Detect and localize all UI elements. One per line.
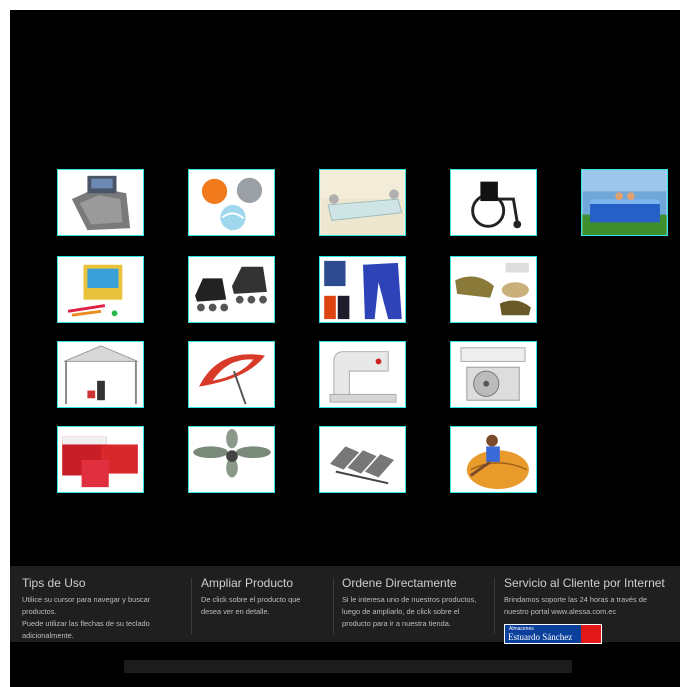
help-footer: Tips de Uso Utilice su cursor para naveg… [10,566,680,644]
balls-icon [189,170,274,235]
product-tile-glass-shelf[interactable] [319,169,406,236]
product-tile-umbrella[interactable] [188,341,275,408]
product-tile-sneakers[interactable] [450,256,537,323]
ceiling-fan-icon [189,427,274,492]
product-tile-ceiling-fan[interactable] [188,426,275,493]
servicio-section: Servicio al Cliente por Internet Brindam… [504,576,674,644]
reflection-bean-bag [450,502,537,524]
gallery-stage: Tips de Uso Utilice su cursor para naveg… [10,10,680,687]
bean-bag-icon [451,427,536,492]
ordene-section: Ordene Directamente Si le interesa uno d… [342,576,492,636]
product-tile-wheelchair[interactable] [450,169,537,236]
tips-section: Tips de Uso Utilice su cursor para naveg… [22,576,182,640]
product-tile-pool[interactable] [581,169,668,236]
ampliar-text: De click sobre el producto que desea ver… [201,595,301,616]
beach-umbrella-icon [189,342,274,407]
product-tile-sportswear[interactable] [319,256,406,323]
reflection-ceiling-fan [188,502,275,524]
ordene-text: Si le interesa uno de nuestros productos… [342,595,477,628]
bath-mat-set-icon [58,170,143,235]
servicio-title: Servicio al Cliente por Internet [504,576,665,590]
sewing-machine-icon [320,342,405,407]
product-tile-skates[interactable] [188,256,275,323]
glass-shelf-icon [320,170,405,235]
logo-mark-icon [581,625,601,643]
sneakers-icon [451,257,536,322]
ampliar-title: Ampliar Producto [201,576,294,590]
product-tile-chairs[interactable] [319,426,406,493]
logo-brand-text: Estuardo Sánchez [508,632,573,642]
swimming-pool-icon [582,170,667,235]
divider [191,578,192,634]
product-tile-air-conditioner[interactable] [450,341,537,408]
horizontal-scrollbar[interactable] [124,660,572,673]
divider [494,578,495,634]
air-conditioner-icon [451,342,536,407]
ampliar-section: Ampliar Producto De click sobre el produ… [201,576,331,636]
tips-title: Tips de Uso [22,576,86,590]
reflection-coolers [57,502,144,524]
product-tile-tent[interactable] [57,341,144,408]
toy-box-icon [58,257,143,322]
wheelchair-icon [451,170,536,235]
servicio-text: Brindamos soporte las 24 horas a través … [504,595,647,616]
product-tile-sewing-machine[interactable] [319,341,406,408]
ordene-title: Ordene Directamente [342,576,457,590]
coolers-icon [58,427,143,492]
product-tile-balls[interactable] [188,169,275,236]
reflection-chairs [319,502,406,524]
product-tile-bean-bag[interactable] [450,426,537,493]
waiting-chairs-icon [320,427,405,492]
inline-skates-icon [189,257,274,322]
divider [333,578,334,634]
product-tile-coolers[interactable] [57,426,144,493]
tips-text: Utilice su cursor para navegar y buscar … [22,595,151,640]
product-tile-bath-mat[interactable] [57,169,144,236]
sportswear-icon [320,257,405,322]
canopy-tent-icon [58,342,143,407]
store-logo[interactable]: Almacenes Estuardo Sánchez [504,624,602,644]
product-tile-toy[interactable] [57,256,144,323]
